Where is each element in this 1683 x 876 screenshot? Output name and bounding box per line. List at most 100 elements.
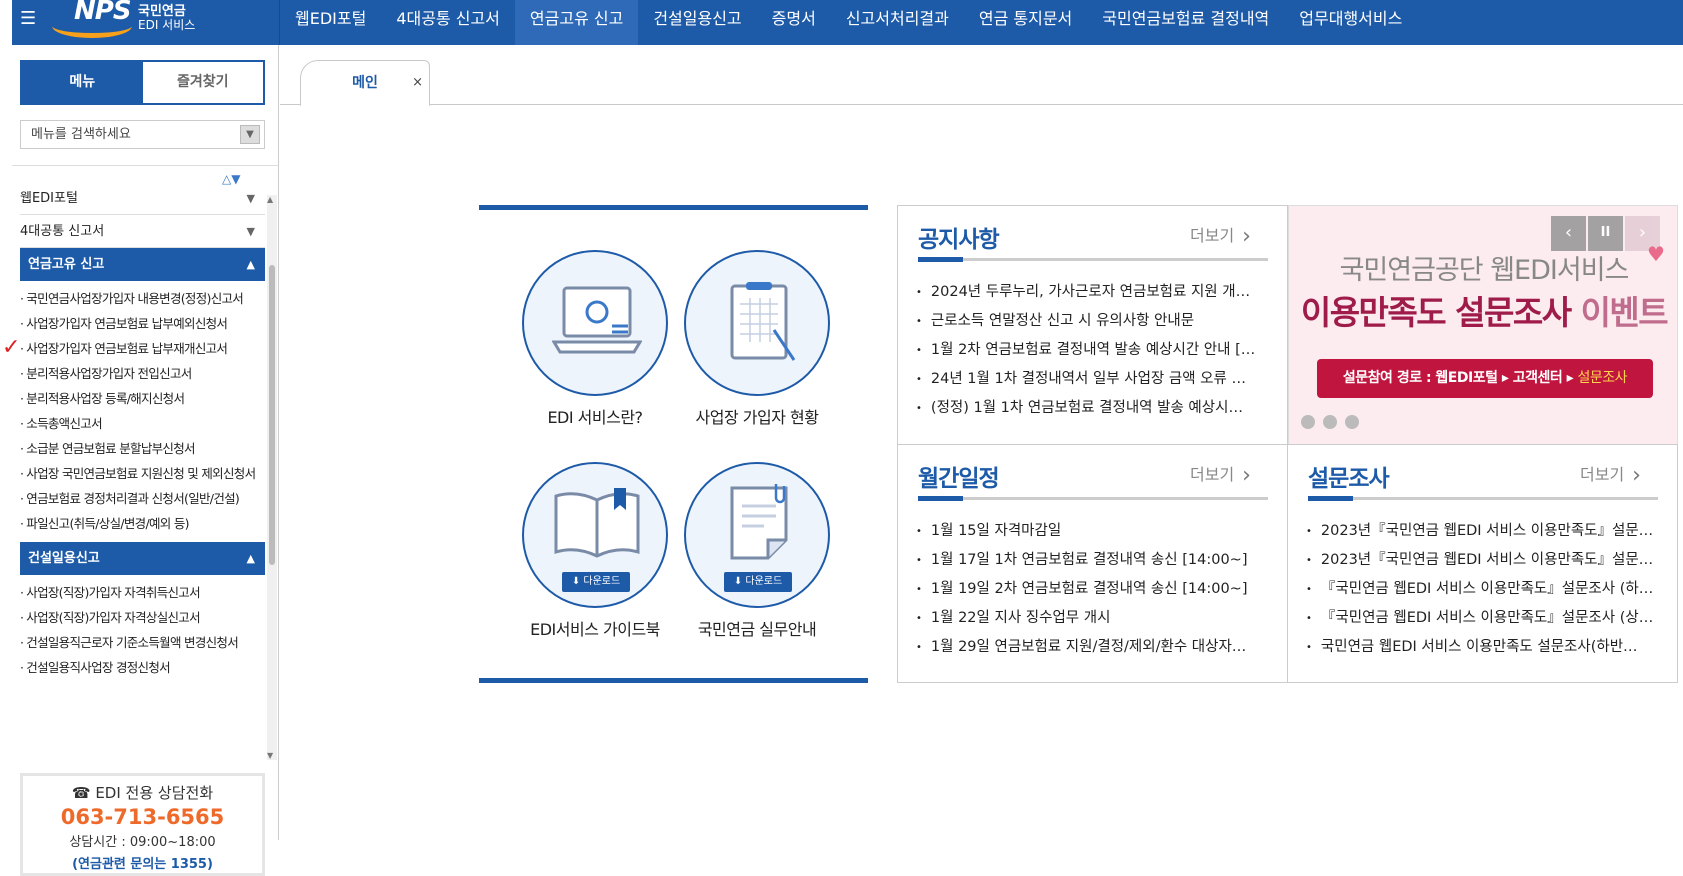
list-item[interactable]: 근로소득 연말정산 신고 시 유의사항 안내문: [916, 307, 1266, 336]
nav-item-construction[interactable]: 건설일용신고: [638, 0, 756, 45]
logo-main-text: NPS: [74, 0, 132, 26]
service-practice-guide[interactable]: ⬇ 다운로드 국민연금 실무안내: [677, 462, 837, 640]
nav-item-pension-reports[interactable]: 연금고유 신고: [514, 0, 639, 45]
sidebar-item[interactable]: 파일신고(취득/상실/변경/예외 등): [20, 513, 265, 532]
logo-sub-text-2: EDI 서비스: [138, 18, 196, 32]
banner-line-2b: 이벤트: [1580, 293, 1669, 332]
list-item[interactable]: 1월 17일 1차 연금보험료 결정내역 송신 [14:00~]: [916, 546, 1266, 575]
survey-title: 설문조사: [1308, 466, 1390, 492]
banner-dot[interactable]: [1301, 415, 1315, 429]
sidebar: 메뉴 즐겨찾기 메뉴를 검색하세요 ▼ △▼ 웹EDI포털 ▼ 4대공통 신고서…: [12, 45, 279, 876]
contact-phone: 063-713-6565: [60, 805, 225, 829]
sidebar-item[interactable]: 분리적용사업장 등록/해지신청서: [20, 388, 265, 407]
nav-item-processing-results[interactable]: 신고서처리결과: [831, 0, 964, 45]
sidebar-item[interactable]: 국민연금사업장가입자 내용변경(정정)신고서: [20, 288, 265, 307]
clipboard-icon: [684, 250, 830, 396]
list-item[interactable]: 『국민연금 웹EDI 서비스 이용만족도』설문조사 (하…: [1306, 575, 1658, 604]
contact-title: ☎ EDI 전용 상담전화: [71, 784, 214, 802]
nav-item-certificates[interactable]: 증명서: [757, 0, 831, 45]
service-edi-intro[interactable]: EDI 서비스란?: [515, 250, 675, 428]
close-icon[interactable]: ×: [412, 61, 423, 105]
schedule-panel: 월간일정 더보기 › 1월 15일 자격마감일 1월 17일 1차 연금보험료 결…: [897, 444, 1288, 683]
banner-dot[interactable]: [1323, 415, 1337, 429]
sidebar-item[interactable]: 사업장(직장)가입자 자격취득신고서: [20, 582, 265, 601]
list-item[interactable]: 국민연금 웹EDI 서비스 이용만족도 설문조사(하반…: [1306, 633, 1658, 662]
scroll-up-icon[interactable]: ▲: [267, 195, 273, 204]
banner-pause-button[interactable]: II: [1588, 216, 1623, 251]
list-item[interactable]: 24년 1월 1차 결정내역서 일부 사업장 금액 오류 …: [916, 365, 1266, 394]
banner-line-2: 이용만족도 설문조사 이벤트: [1289, 286, 1679, 334]
service-guidebook[interactable]: ⬇ 다운로드 EDI서비스 가이드북: [515, 462, 675, 640]
survey-event-banner[interactable]: ‹ II › ♥ 국민연금공단 웹EDI서비스 이용만족도 설문조사 이벤트 설…: [1288, 205, 1678, 445]
list-item[interactable]: (정정) 1월 1차 연금보험료 결정내역 발송 예상시…: [916, 394, 1266, 423]
book-icon: ⬇ 다운로드: [522, 462, 668, 608]
title-underline: [1308, 496, 1658, 501]
list-item[interactable]: 1월 29일 연금보험료 지원/결정/제외/환수 대상자…: [916, 633, 1266, 662]
list-item[interactable]: 1월 22일 지사 징수업무 개시: [916, 604, 1266, 633]
list-item[interactable]: 2023년『국민연금 웹EDI 서비스 이용만족도』설문…: [1306, 517, 1658, 546]
tab-favorites[interactable]: 즐겨찾기: [142, 62, 263, 103]
nav-item-webedi-portal[interactable]: 웹EDI포털: [280, 0, 381, 45]
list-item[interactable]: 1월 15일 자격마감일: [916, 517, 1266, 546]
survey-path-text: 설문참여 경로 : 웹EDI포털 ▸ 고객센터 ▸: [1342, 370, 1578, 386]
sidebar-item[interactable]: 사업장가입자 연금보험료 납부재개신고서: [20, 338, 265, 357]
nav-item-agency-services[interactable]: 업무대행서비스: [1284, 0, 1417, 45]
chevron-up-icon: ▲: [246, 258, 255, 271]
nps-logo[interactable]: NPS 국민연금 EDI 서비스: [52, 0, 202, 42]
sidebar-item[interactable]: 분리적용사업장가입자 전입신고서: [20, 363, 265, 382]
hamburger-menu-icon[interactable]: ☰: [20, 8, 36, 29]
checkmark-annotation-icon: ✓: [2, 335, 21, 360]
list-item[interactable]: 2024년 두루누리, 가사근로자 연금보험료 지원 개…: [916, 278, 1266, 307]
chevron-down-icon: ▼: [246, 225, 255, 238]
tab-main-label: 메인: [352, 75, 378, 91]
service-label: 국민연금 실무안내: [697, 620, 817, 639]
notice-panel: 공지사항 더보기 › 2024년 두루누리, 가사근로자 연금보험료 지원 개… …: [897, 205, 1288, 445]
sidebar-item[interactable]: 사업장(직장)가입자 자격상실신고서: [20, 607, 265, 626]
service-member-status[interactable]: 사업장 가입자 현황: [677, 250, 837, 428]
sidebar-item[interactable]: 건설일용직근로자 기준소득월액 변경신청서: [20, 632, 265, 651]
sidebar-scrollbar[interactable]: ▲ ▼: [267, 195, 277, 760]
more-label: 더보기: [1190, 226, 1235, 245]
list-item[interactable]: 『국민연금 웹EDI 서비스 이용만족도』설문조사 (상…: [1306, 604, 1658, 633]
chevron-right-icon: ›: [1242, 224, 1251, 249]
sidebar-item[interactable]: 건설일용직사업장 경정신청서: [20, 657, 265, 676]
menu-search-select[interactable]: 메뉴를 검색하세요 ▼: [20, 120, 265, 149]
sidebar-item[interactable]: 사업장 국민연금보험료 지원신청 및 제외신청서: [20, 463, 265, 482]
list-item[interactable]: 1월 19일 2차 연금보험료 결정내역 송신 [14:00~]: [916, 575, 1266, 604]
title-underline: [918, 496, 1268, 501]
sidebar-item[interactable]: 소급분 연금보험료 분할납부신청서: [20, 438, 265, 457]
scroll-down-icon[interactable]: ▼: [267, 751, 273, 760]
tab-menu[interactable]: 메뉴: [22, 62, 143, 103]
service-label: EDI서비스 가이드북: [530, 620, 660, 639]
list-item[interactable]: 1월 2차 연금보험료 결정내역 발송 예상시간 안내 […: [916, 336, 1266, 365]
nav-item-premium-decisions[interactable]: 국민연금보험료 결정내역: [1087, 0, 1284, 45]
schedule-more-link[interactable]: 더보기 ›: [1190, 461, 1251, 488]
download-button[interactable]: ⬇ 다운로드: [562, 572, 630, 592]
survey-panel: 설문조사 더보기 › 2023년『국민연금 웹EDI 서비스 이용만족도』설문… …: [1287, 444, 1678, 683]
download-button[interactable]: ⬇ 다운로드: [724, 572, 792, 592]
sidebar-group-common-reports[interactable]: 4대공통 신고서 ▼: [20, 215, 265, 248]
sidebar-item[interactable]: 사업장가입자 연금보험료 납부예외신청서: [20, 313, 265, 332]
tab-main[interactable]: 메인 ×: [300, 60, 430, 106]
survey-path-highlight: 설문조사: [1577, 370, 1628, 386]
sidebar-group-construction[interactable]: 건설일용신고 ▲: [20, 542, 265, 575]
banner-prev-button[interactable]: ‹: [1551, 216, 1586, 251]
nav-item-notices[interactable]: 연금 통지문서: [964, 0, 1087, 45]
survey-path-button[interactable]: 설문참여 경로 : 웹EDI포털 ▸ 고객센터 ▸ 설문조사: [1317, 359, 1653, 398]
nav-item-common-reports[interactable]: 4대공통 신고서: [381, 0, 515, 45]
banner-dot[interactable]: [1345, 415, 1359, 429]
contact-note: (연금관련 문의는 1355): [72, 857, 213, 872]
document-icon: ⬇ 다운로드: [684, 462, 830, 608]
sidebar-item[interactable]: 연금보험료 경정처리결과 신청서(일반/건설): [20, 488, 265, 507]
sidebar-group-webedi-portal[interactable]: 웹EDI포털 ▼: [20, 182, 265, 215]
chevron-up-icon: ▲: [246, 552, 255, 565]
notice-more-link[interactable]: 더보기 ›: [1190, 222, 1251, 249]
scrollbar-thumb[interactable]: [269, 265, 275, 565]
sidebar-group-pension-reports[interactable]: 연금고유 신고 ▲: [20, 248, 265, 281]
divider: [12, 165, 279, 166]
survey-list: 2023년『국민연금 웹EDI 서비스 이용만족도』설문… 2023년『국민연금…: [1306, 517, 1658, 662]
survey-more-link[interactable]: 더보기 ›: [1580, 461, 1641, 488]
chevron-down-icon[interactable]: ▼: [240, 125, 260, 144]
list-item[interactable]: 2023년『국민연금 웹EDI 서비스 이용만족도』설문…: [1306, 546, 1658, 575]
sidebar-item[interactable]: 소득총액신고서: [20, 413, 265, 432]
